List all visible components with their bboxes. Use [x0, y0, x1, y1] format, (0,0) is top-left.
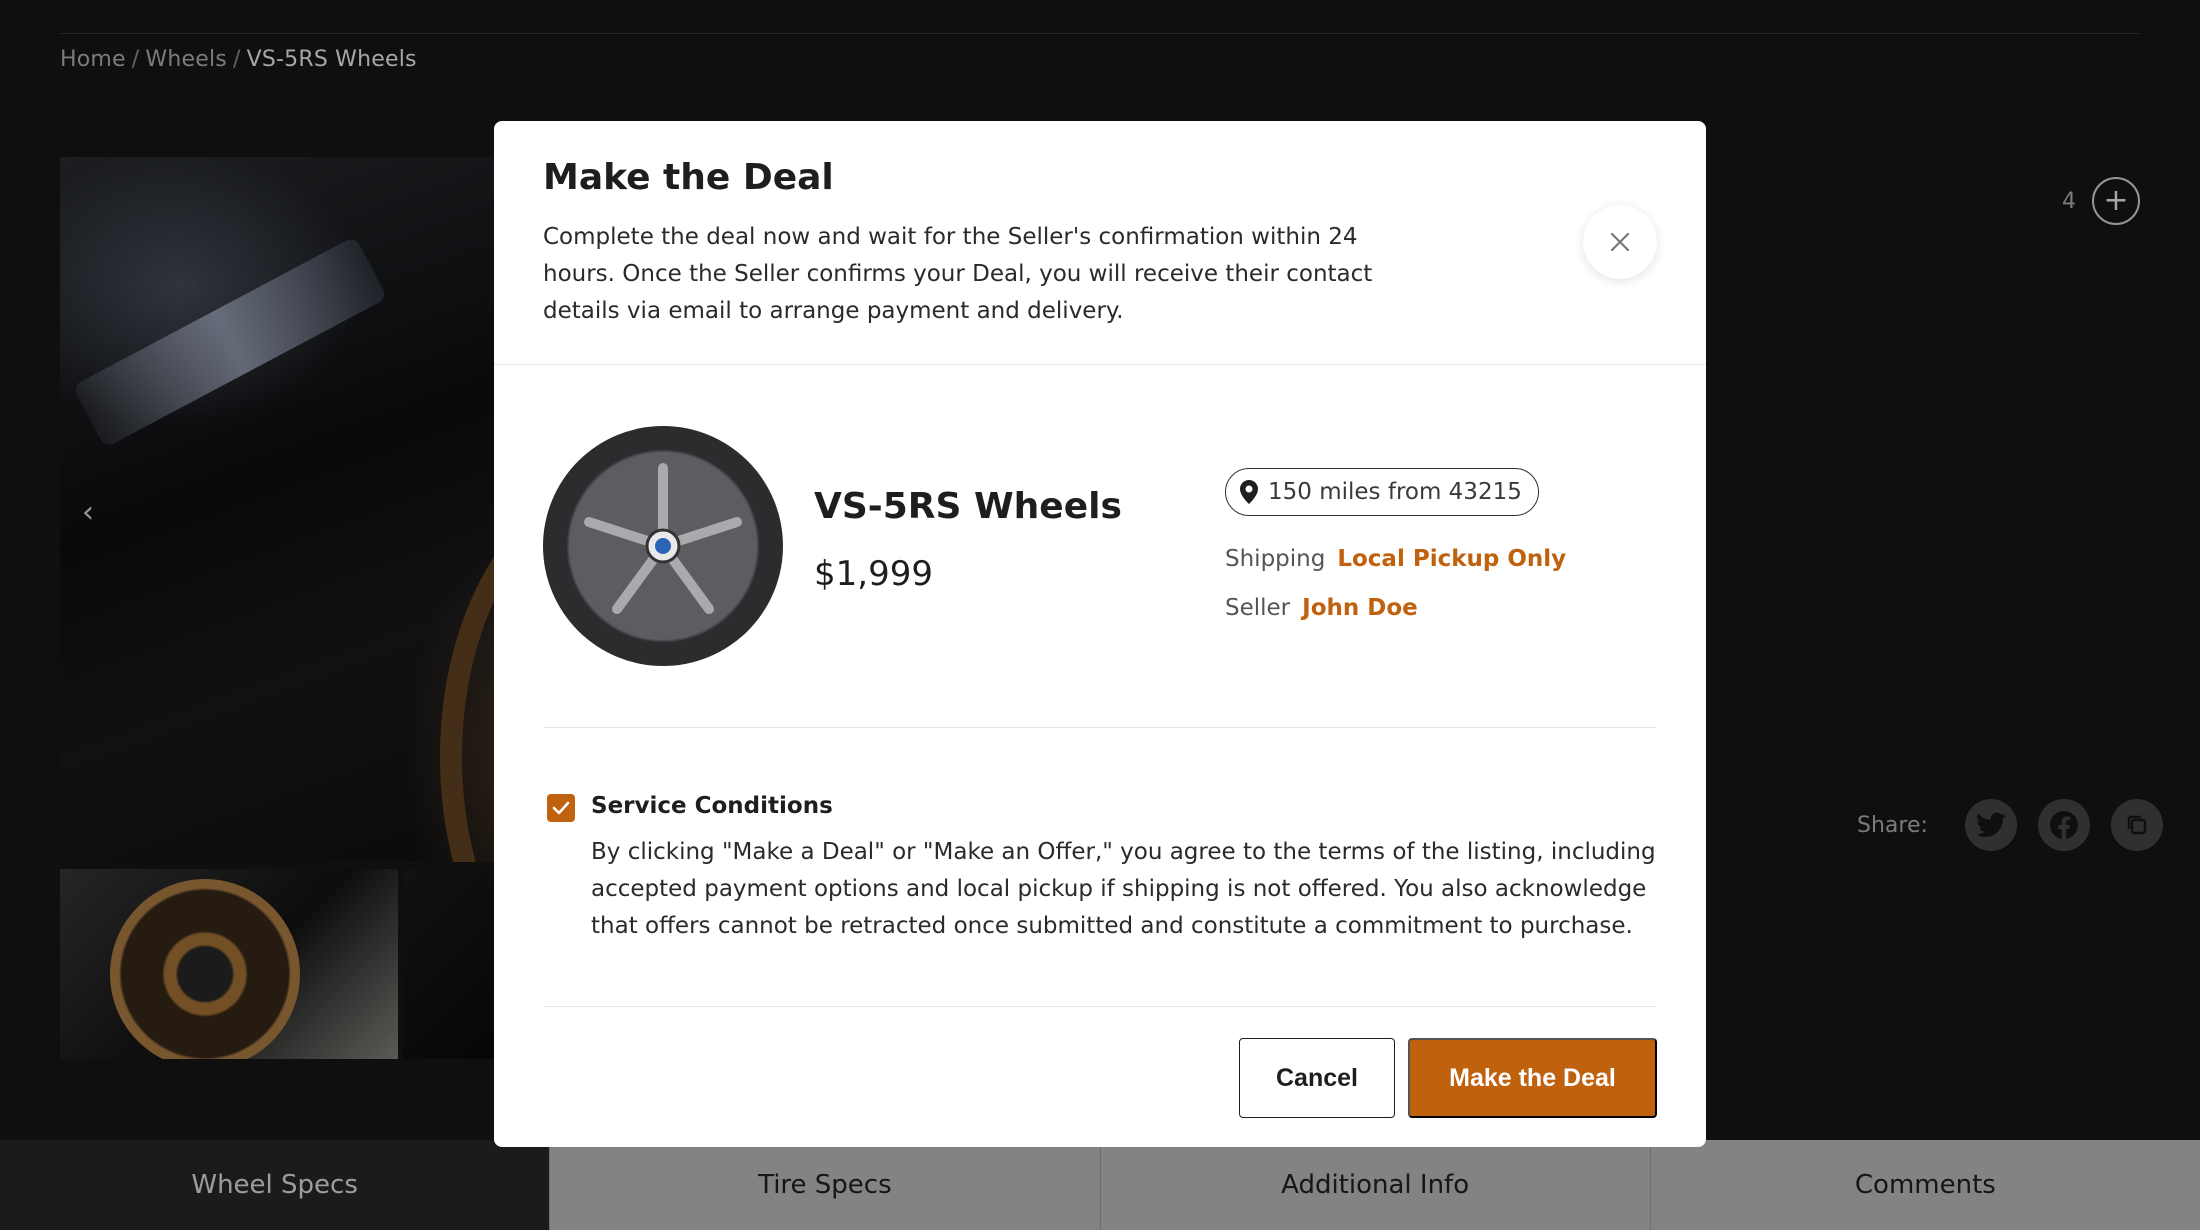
section-divider [543, 727, 1657, 728]
product-image [543, 426, 783, 666]
shipping-label: Shipping [1225, 546, 1326, 572]
service-conditions-title: Service Conditions [591, 793, 833, 819]
location-pin-icon [1240, 480, 1258, 504]
modal-description: Complete the deal now and wait for the S… [543, 224, 1373, 324]
shipping-value: Local Pickup Only [1337, 546, 1567, 572]
seller-value[interactable]: John Doe [1302, 595, 1418, 621]
distance-text: 150 miles from 43215 [1268, 479, 1522, 505]
wheel-spokes-graphic [584, 463, 742, 614]
checkmark-icon [552, 801, 570, 815]
modal-header: Make the Deal Complete the deal now and … [494, 121, 1706, 365]
distance-badge: 150 miles from 43215 [1225, 468, 1539, 516]
seller-row: Seller John Doe [1225, 595, 1418, 621]
seller-label: Seller [1225, 595, 1291, 621]
cancel-button[interactable]: Cancel [1239, 1038, 1395, 1118]
product-name: VS-5RS Wheels [814, 486, 1122, 527]
service-conditions-text: By clicking "Make a Deal" or "Make an Of… [591, 839, 1656, 939]
service-conditions-checkbox[interactable] [547, 794, 575, 822]
close-icon[interactable] [1583, 205, 1657, 279]
make-deal-button[interactable]: Make the Deal [1408, 1038, 1657, 1118]
shipping-row: Shipping Local Pickup Only [1225, 546, 1566, 572]
make-deal-modal: Make the Deal Complete the deal now and … [494, 121, 1706, 1147]
modal-title: Make the Deal [543, 157, 834, 198]
section-divider [543, 1006, 1657, 1007]
product-price: $1,999 [814, 554, 933, 594]
